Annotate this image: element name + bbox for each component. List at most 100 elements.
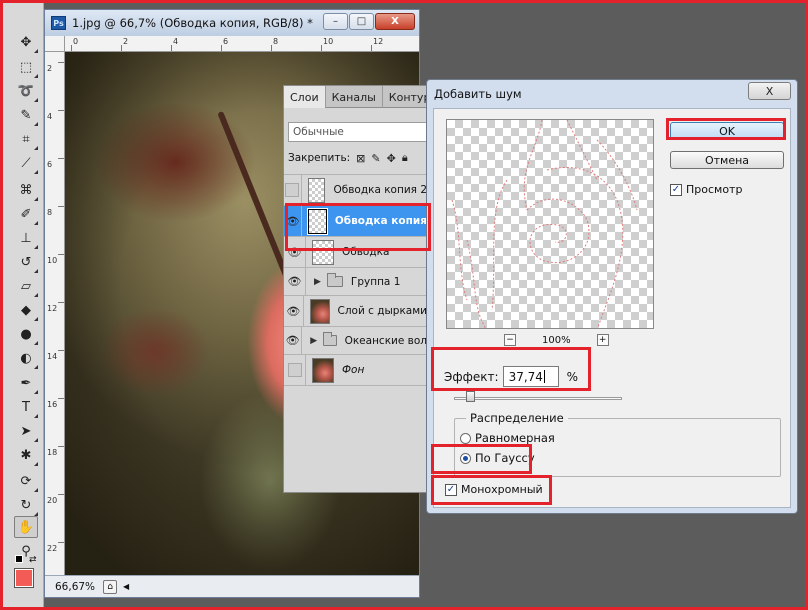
- ruler-label: 2: [123, 37, 129, 46]
- layer-thumbnail: [312, 357, 334, 383]
- 3d-orbit-tool-icon[interactable]: ↻: [14, 494, 38, 516]
- 3d-rotate-tool-icon[interactable]: ⟳: [14, 470, 38, 492]
- document-title-bar[interactable]: Ps 1.jpg @ 66,7% (Обводка копия, RGB/8) …: [45, 10, 419, 36]
- uniform-label: Равномерная: [475, 431, 555, 445]
- uniform-radio-row[interactable]: Равномерная: [460, 431, 555, 445]
- uniform-radio[interactable]: [460, 432, 471, 444]
- layer-name: Фон: [342, 364, 365, 376]
- eye-icon[interactable]: 👁︎: [284, 268, 306, 295]
- preview-checkbox[interactable]: ✓: [670, 183, 682, 196]
- layer-row[interactable]: 👁︎ Обводка: [284, 236, 427, 267]
- layer-group-row[interactable]: 👁︎ ▶ Группа 1: [284, 267, 427, 295]
- amount-input[interactable]: 37,74: [502, 366, 559, 387]
- gaussian-radio[interactable]: [460, 452, 471, 464]
- ruler-tick: [58, 542, 64, 543]
- marquee-tool-icon[interactable]: ⬚: [14, 56, 38, 78]
- eye-icon[interactable]: 👁︎: [284, 327, 303, 354]
- preview-outline-drawing: [451, 120, 638, 328]
- hand-tool-icon[interactable]: ✋: [14, 516, 38, 538]
- amount-slider-thumb[interactable]: [465, 391, 475, 402]
- tab-channels[interactable]: Каналы: [326, 86, 383, 108]
- ok-button[interactable]: OK: [670, 122, 784, 140]
- visibility-toggle[interactable]: [284, 355, 306, 385]
- eye-icon[interactable]: 👁︎: [284, 237, 306, 267]
- eraser-tool-icon[interactable]: ▱: [14, 275, 38, 297]
- layer-row-selected[interactable]: 👁︎ Обводка копия: [284, 205, 427, 236]
- preview-checkbox-row[interactable]: ✓ Просмотр: [670, 183, 742, 196]
- eye-icon[interactable]: 👁︎: [284, 296, 304, 326]
- swap-colors-icon[interactable]: ⇄: [29, 555, 37, 565]
- folder-icon: [323, 332, 337, 346]
- zoom-in-button[interactable]: +: [596, 334, 609, 346]
- blur-tool-icon[interactable]: ●: [14, 323, 38, 345]
- path-selection-tool-icon[interactable]: ➤: [14, 420, 38, 442]
- gaussian-radio-row[interactable]: По Гауссу: [460, 451, 535, 465]
- lock-transparency-icon[interactable]: ⊠: [356, 152, 365, 165]
- ruler-label: 16: [47, 400, 58, 409]
- ruler-tick: [171, 45, 172, 51]
- gaussian-label: По Гауссу: [475, 451, 535, 465]
- ruler-tick: [71, 45, 72, 51]
- lasso-tool-icon[interactable]: ➰: [14, 80, 38, 102]
- photoshop-icon: Ps: [51, 16, 66, 30]
- layer-group-row[interactable]: 👁︎ ▶ Океанские вол: [284, 326, 427, 354]
- ruler-label: 0: [73, 37, 79, 46]
- monochrome-checkbox[interactable]: ✓: [445, 483, 457, 496]
- dodge-tool-icon[interactable]: ◐: [14, 347, 38, 369]
- layer-thumbnail: [312, 239, 334, 265]
- foreground-color-swatch[interactable]: [14, 568, 34, 588]
- dialog-close-button[interactable]: X: [748, 82, 791, 100]
- shape-tool-icon[interactable]: ✱: [14, 444, 38, 466]
- cancel-button[interactable]: Отмена: [670, 151, 784, 169]
- ruler-label: 10: [47, 256, 58, 265]
- default-colors-icon[interactable]: [15, 555, 23, 563]
- expand-arrow-icon[interactable]: ▶: [314, 277, 321, 287]
- layer-row[interactable]: Обводка копия 2: [284, 174, 427, 205]
- clone-stamp-tool-icon[interactable]: ⊥: [14, 227, 38, 249]
- tab-layers[interactable]: Слои: [284, 86, 326, 108]
- layer-row[interactable]: 👁︎ Слой с дырками: [284, 295, 427, 326]
- blend-mode-select[interactable]: Обычные: [288, 122, 427, 142]
- layer-row[interactable]: Фон: [284, 354, 427, 385]
- type-tool-icon[interactable]: T: [14, 396, 38, 418]
- lock-all-icon[interactable]: 🔒︎: [402, 151, 408, 165]
- ruler-corner[interactable]: [45, 36, 65, 52]
- layers-empty-area: [284, 385, 427, 492]
- filter-preview[interactable]: [446, 119, 654, 329]
- ruler-tick: [221, 45, 222, 51]
- paint-bucket-tool-icon[interactable]: ◆: [14, 299, 38, 321]
- eye-icon[interactable]: 👁︎: [284, 206, 303, 236]
- ruler-tick: [58, 446, 64, 447]
- tab-paths[interactable]: Контуры: [383, 86, 427, 108]
- expand-arrow-icon[interactable]: ▶: [310, 336, 317, 346]
- brush-tool-icon[interactable]: ✐: [14, 203, 38, 225]
- vertical-ruler[interactable]: 2 4 6 8 10 12 14 16 18 20 22: [45, 52, 65, 576]
- preview-label: Просмотр: [686, 183, 743, 196]
- maximize-button[interactable]: □: [349, 13, 374, 30]
- zoom-out-button[interactable]: −: [504, 334, 516, 346]
- ruler-tick: [371, 45, 372, 51]
- scroll-left-icon[interactable]: ◀: [123, 582, 129, 591]
- amount-slider-track[interactable]: [454, 397, 622, 400]
- eyedropper-tool-icon[interactable]: ⟋: [14, 152, 38, 174]
- visibility-toggle[interactable]: [284, 175, 302, 205]
- pen-tool-icon[interactable]: ✒: [14, 372, 38, 394]
- minimize-button[interactable]: –: [323, 13, 348, 30]
- preview-zoom-level: 100%: [542, 334, 571, 346]
- history-brush-tool-icon[interactable]: ↺: [14, 251, 38, 273]
- quick-selection-tool-icon[interactable]: ✎: [14, 104, 38, 126]
- healing-brush-tool-icon[interactable]: ⌘: [14, 179, 38, 201]
- doc-info-icon[interactable]: ⌂: [103, 579, 118, 594]
- move-tool-icon[interactable]: ✥: [14, 31, 38, 53]
- lock-position-icon[interactable]: ✥: [387, 152, 396, 165]
- ruler-label: 6: [223, 37, 229, 46]
- crop-tool-icon[interactable]: ⌗: [14, 128, 38, 150]
- horizontal-ruler[interactable]: 02468101214: [65, 36, 419, 52]
- layer-thumbnail: [307, 207, 328, 235]
- amount-label: Эффект:: [444, 369, 499, 384]
- layers-panel-tabs: Слои Каналы Контуры: [284, 86, 427, 108]
- close-button[interactable]: X: [375, 13, 415, 30]
- lock-pixels-icon[interactable]: ✎: [371, 152, 380, 165]
- zoom-level[interactable]: 66,67%: [55, 581, 95, 593]
- monochrome-checkbox-row[interactable]: ✓ Монохромный: [445, 483, 543, 496]
